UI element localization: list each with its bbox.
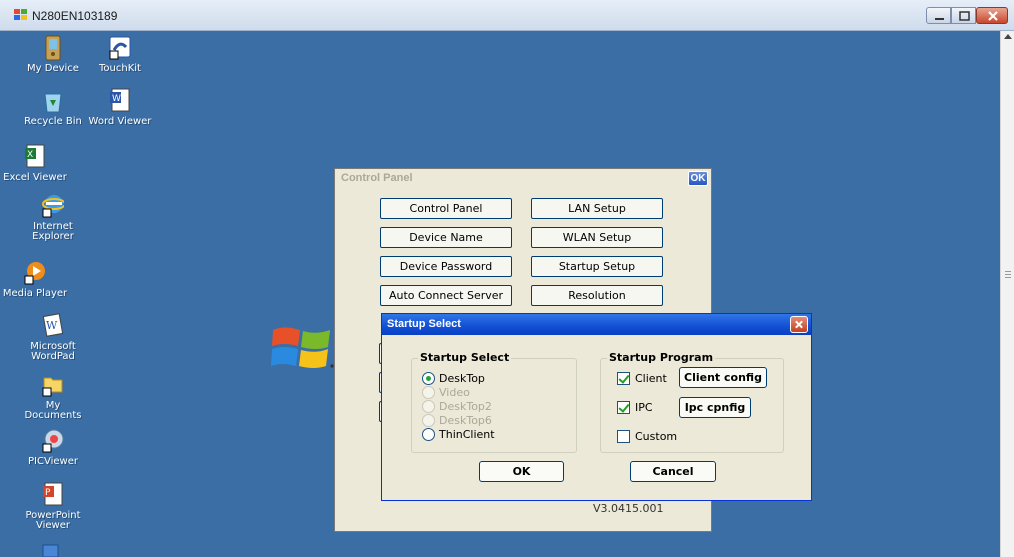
- powerpoint-viewer-icon: P: [43, 482, 63, 506]
- my-documents-icon: [42, 377, 63, 397]
- touchkit-icon: [109, 36, 131, 60]
- desktop-icon-powerpoint-viewer[interactable]: P PowerPoint Viewer: [18, 482, 88, 531]
- close-button[interactable]: [976, 7, 1008, 24]
- internet-explorer-icon: [42, 195, 64, 218]
- radio-button[interactable]: [422, 386, 435, 399]
- media-player-icon: [24, 262, 45, 285]
- startup-program-group: Startup Program Client Client config IPC…: [600, 351, 784, 453]
- device-password-button[interactable]: Device Password: [380, 256, 512, 277]
- radio-button[interactable]: [422, 414, 435, 427]
- scroll-grip-icon[interactable]: [1005, 271, 1011, 279]
- app-icon: [14, 9, 27, 20]
- svg-text:P: P: [45, 488, 51, 498]
- vertical-scrollbar[interactable]: [1000, 31, 1014, 557]
- svg-text:W: W: [46, 319, 58, 332]
- ipc-config-button[interactable]: Ipc cpnfig: [679, 397, 751, 418]
- desktop-icon-word-viewer[interactable]: W Word Viewer: [85, 88, 155, 127]
- svg-text:W: W: [112, 94, 121, 104]
- resolution-button[interactable]: Resolution: [531, 285, 663, 306]
- control-panel-ok-button[interactable]: OK: [688, 171, 708, 186]
- control-panel-title-bar: Control Panel OK: [335, 169, 711, 187]
- recycle-bin-icon: [44, 93, 62, 113]
- word-viewer-icon: W: [110, 88, 130, 112]
- desktop-icon-my-device[interactable]: My Device: [18, 35, 88, 74]
- startup-select-dialog: Startup Select Startup Select DeskTop Vi…: [381, 313, 812, 501]
- control-panel-title: Control Panel: [341, 172, 413, 184]
- client-config-button[interactable]: Client config: [679, 367, 767, 388]
- desktop-icon-recycle-bin[interactable]: Recycle Bin: [18, 88, 88, 127]
- my-device-icon: [45, 35, 61, 61]
- startup-select-group-title: Startup Select: [418, 351, 512, 364]
- minimize-button[interactable]: [926, 7, 951, 24]
- ipc-checkbox[interactable]: [617, 401, 630, 414]
- auto-connect-server-button[interactable]: Auto Connect Server: [380, 285, 512, 306]
- radio-button[interactable]: [422, 400, 435, 413]
- scroll-up-arrow-icon[interactable]: [1004, 34, 1012, 39]
- maximize-button[interactable]: [951, 7, 976, 24]
- windows-logo-icon: [271, 327, 334, 368]
- client-checkbox[interactable]: [617, 372, 630, 385]
- version-label: V3.0415.001: [593, 502, 664, 515]
- startup-select-group: Startup Select DeskTop Video DeskTop2 De…: [411, 351, 577, 453]
- startup-setup-button[interactable]: Startup Setup: [531, 256, 663, 277]
- startup-select-title: Startup Select: [387, 318, 461, 330]
- custom-checkbox[interactable]: [617, 430, 630, 443]
- radio-button[interactable]: [422, 428, 435, 441]
- close-icon[interactable]: [790, 316, 808, 333]
- cancel-button[interactable]: Cancel: [630, 461, 716, 482]
- control-panel-button[interactable]: Control Panel: [380, 198, 512, 219]
- desktop-icon-picviewer[interactable]: PICViewer: [18, 428, 88, 467]
- desktop-icon-touchkit[interactable]: TouchKit: [85, 35, 155, 74]
- startup-program-group-title: Startup Program: [607, 351, 716, 364]
- desktop-icon-media-player[interactable]: Media Player: [0, 260, 70, 299]
- partial-desktop-icon[interactable]: [40, 543, 62, 557]
- desktop-icon-my-documents[interactable]: My Documents: [18, 372, 88, 421]
- radio-button[interactable]: [422, 372, 435, 385]
- window-title: N280EN103189: [32, 9, 118, 23]
- picviewer-icon: [42, 429, 64, 453]
- wlan-setup-button[interactable]: WLAN Setup: [531, 227, 663, 248]
- excel-viewer-icon: X: [25, 144, 45, 168]
- startup-select-title-bar: Startup Select: [382, 314, 811, 335]
- desktop-icon-wordpad[interactable]: W Microsoft WordPad: [18, 313, 88, 362]
- device-name-button[interactable]: Device Name: [380, 227, 512, 248]
- host-title-bar: N280EN103189: [0, 0, 1014, 31]
- desktop-icon-internet-explorer[interactable]: Internet Explorer: [18, 193, 88, 242]
- lan-setup-button[interactable]: LAN Setup: [531, 198, 663, 219]
- desktop-icon-excel-viewer[interactable]: X Excel Viewer: [0, 144, 70, 183]
- ok-button[interactable]: OK: [479, 461, 564, 482]
- svg-text:X: X: [27, 150, 33, 160]
- wordpad-icon: W: [42, 313, 64, 337]
